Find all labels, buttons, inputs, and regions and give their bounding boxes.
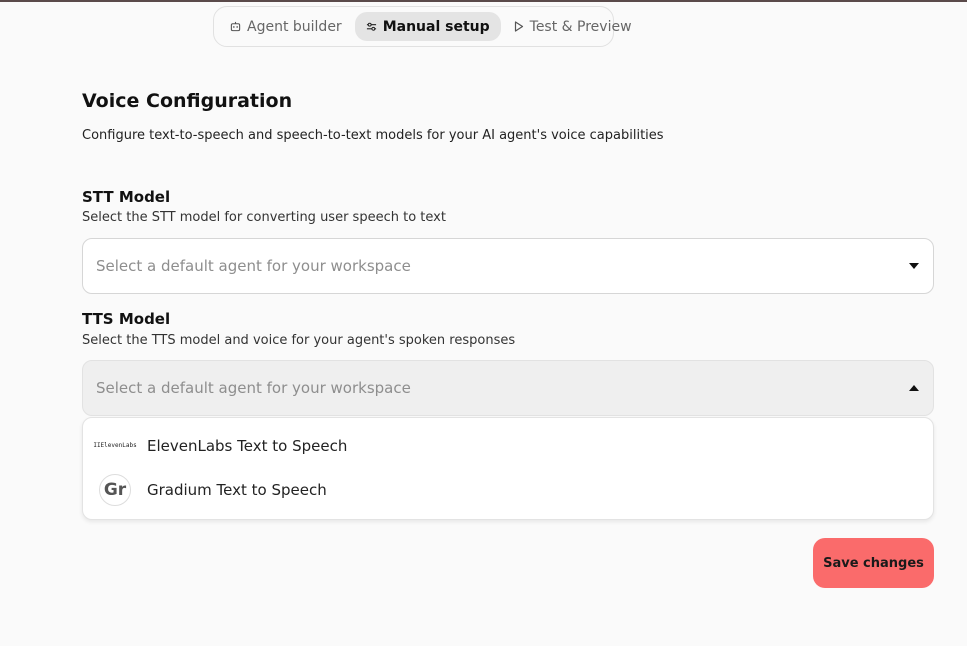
tts-option-label: Gradium Text to Speech bbox=[147, 481, 327, 499]
stt-model-label: STT Model bbox=[82, 188, 171, 206]
play-icon bbox=[514, 21, 523, 32]
page-description: Configure text-to-speech and speech-to-t… bbox=[82, 128, 664, 143]
tab-agent-builder-label: Agent builder bbox=[247, 18, 342, 35]
tts-model-label: TTS Model bbox=[82, 310, 171, 328]
tts-model-select[interactable]: Select a default agent for your workspac… bbox=[82, 360, 934, 416]
stt-model-help: Select the STT model for converting user… bbox=[82, 210, 446, 225]
tts-option-elevenlabs[interactable]: IIElevenLabs ElevenLabs Text to Speech bbox=[83, 424, 933, 468]
robot-icon bbox=[230, 21, 241, 32]
tab-test-preview-label: Test & Preview bbox=[529, 18, 632, 35]
tab-manual-setup-label: Manual setup bbox=[382, 18, 490, 35]
elevenlabs-logo-icon: IIElevenLabs bbox=[93, 430, 137, 462]
page-title: Voice Configuration bbox=[82, 90, 293, 112]
tts-model-dropdown: IIElevenLabs ElevenLabs Text to Speech G… bbox=[82, 417, 934, 520]
stt-model-placeholder: Select a default agent for your workspac… bbox=[96, 257, 411, 275]
save-changes-button[interactable]: Save changes bbox=[813, 538, 934, 588]
tts-option-gradium[interactable]: Gr Gradium Text to Speech bbox=[83, 468, 933, 512]
sliders-icon bbox=[366, 22, 376, 31]
tts-model-help: Select the TTS model and voice for your … bbox=[82, 333, 516, 348]
tab-manual-setup[interactable]: Manual setup bbox=[354, 12, 501, 41]
tts-model-placeholder: Select a default agent for your workspac… bbox=[96, 379, 411, 397]
gradium-logo-icon: Gr bbox=[99, 474, 131, 506]
caret-down-icon bbox=[909, 263, 919, 269]
tts-option-label: ElevenLabs Text to Speech bbox=[147, 437, 348, 455]
tab-test-preview[interactable]: Test & Preview bbox=[503, 12, 643, 41]
mode-tabs: Agent builder Manual setup Test & Previe… bbox=[213, 6, 632, 47]
stt-model-select[interactable]: Select a default agent for your workspac… bbox=[82, 238, 934, 294]
tab-agent-builder[interactable]: Agent builder bbox=[219, 12, 353, 41]
caret-up-icon bbox=[909, 385, 919, 391]
